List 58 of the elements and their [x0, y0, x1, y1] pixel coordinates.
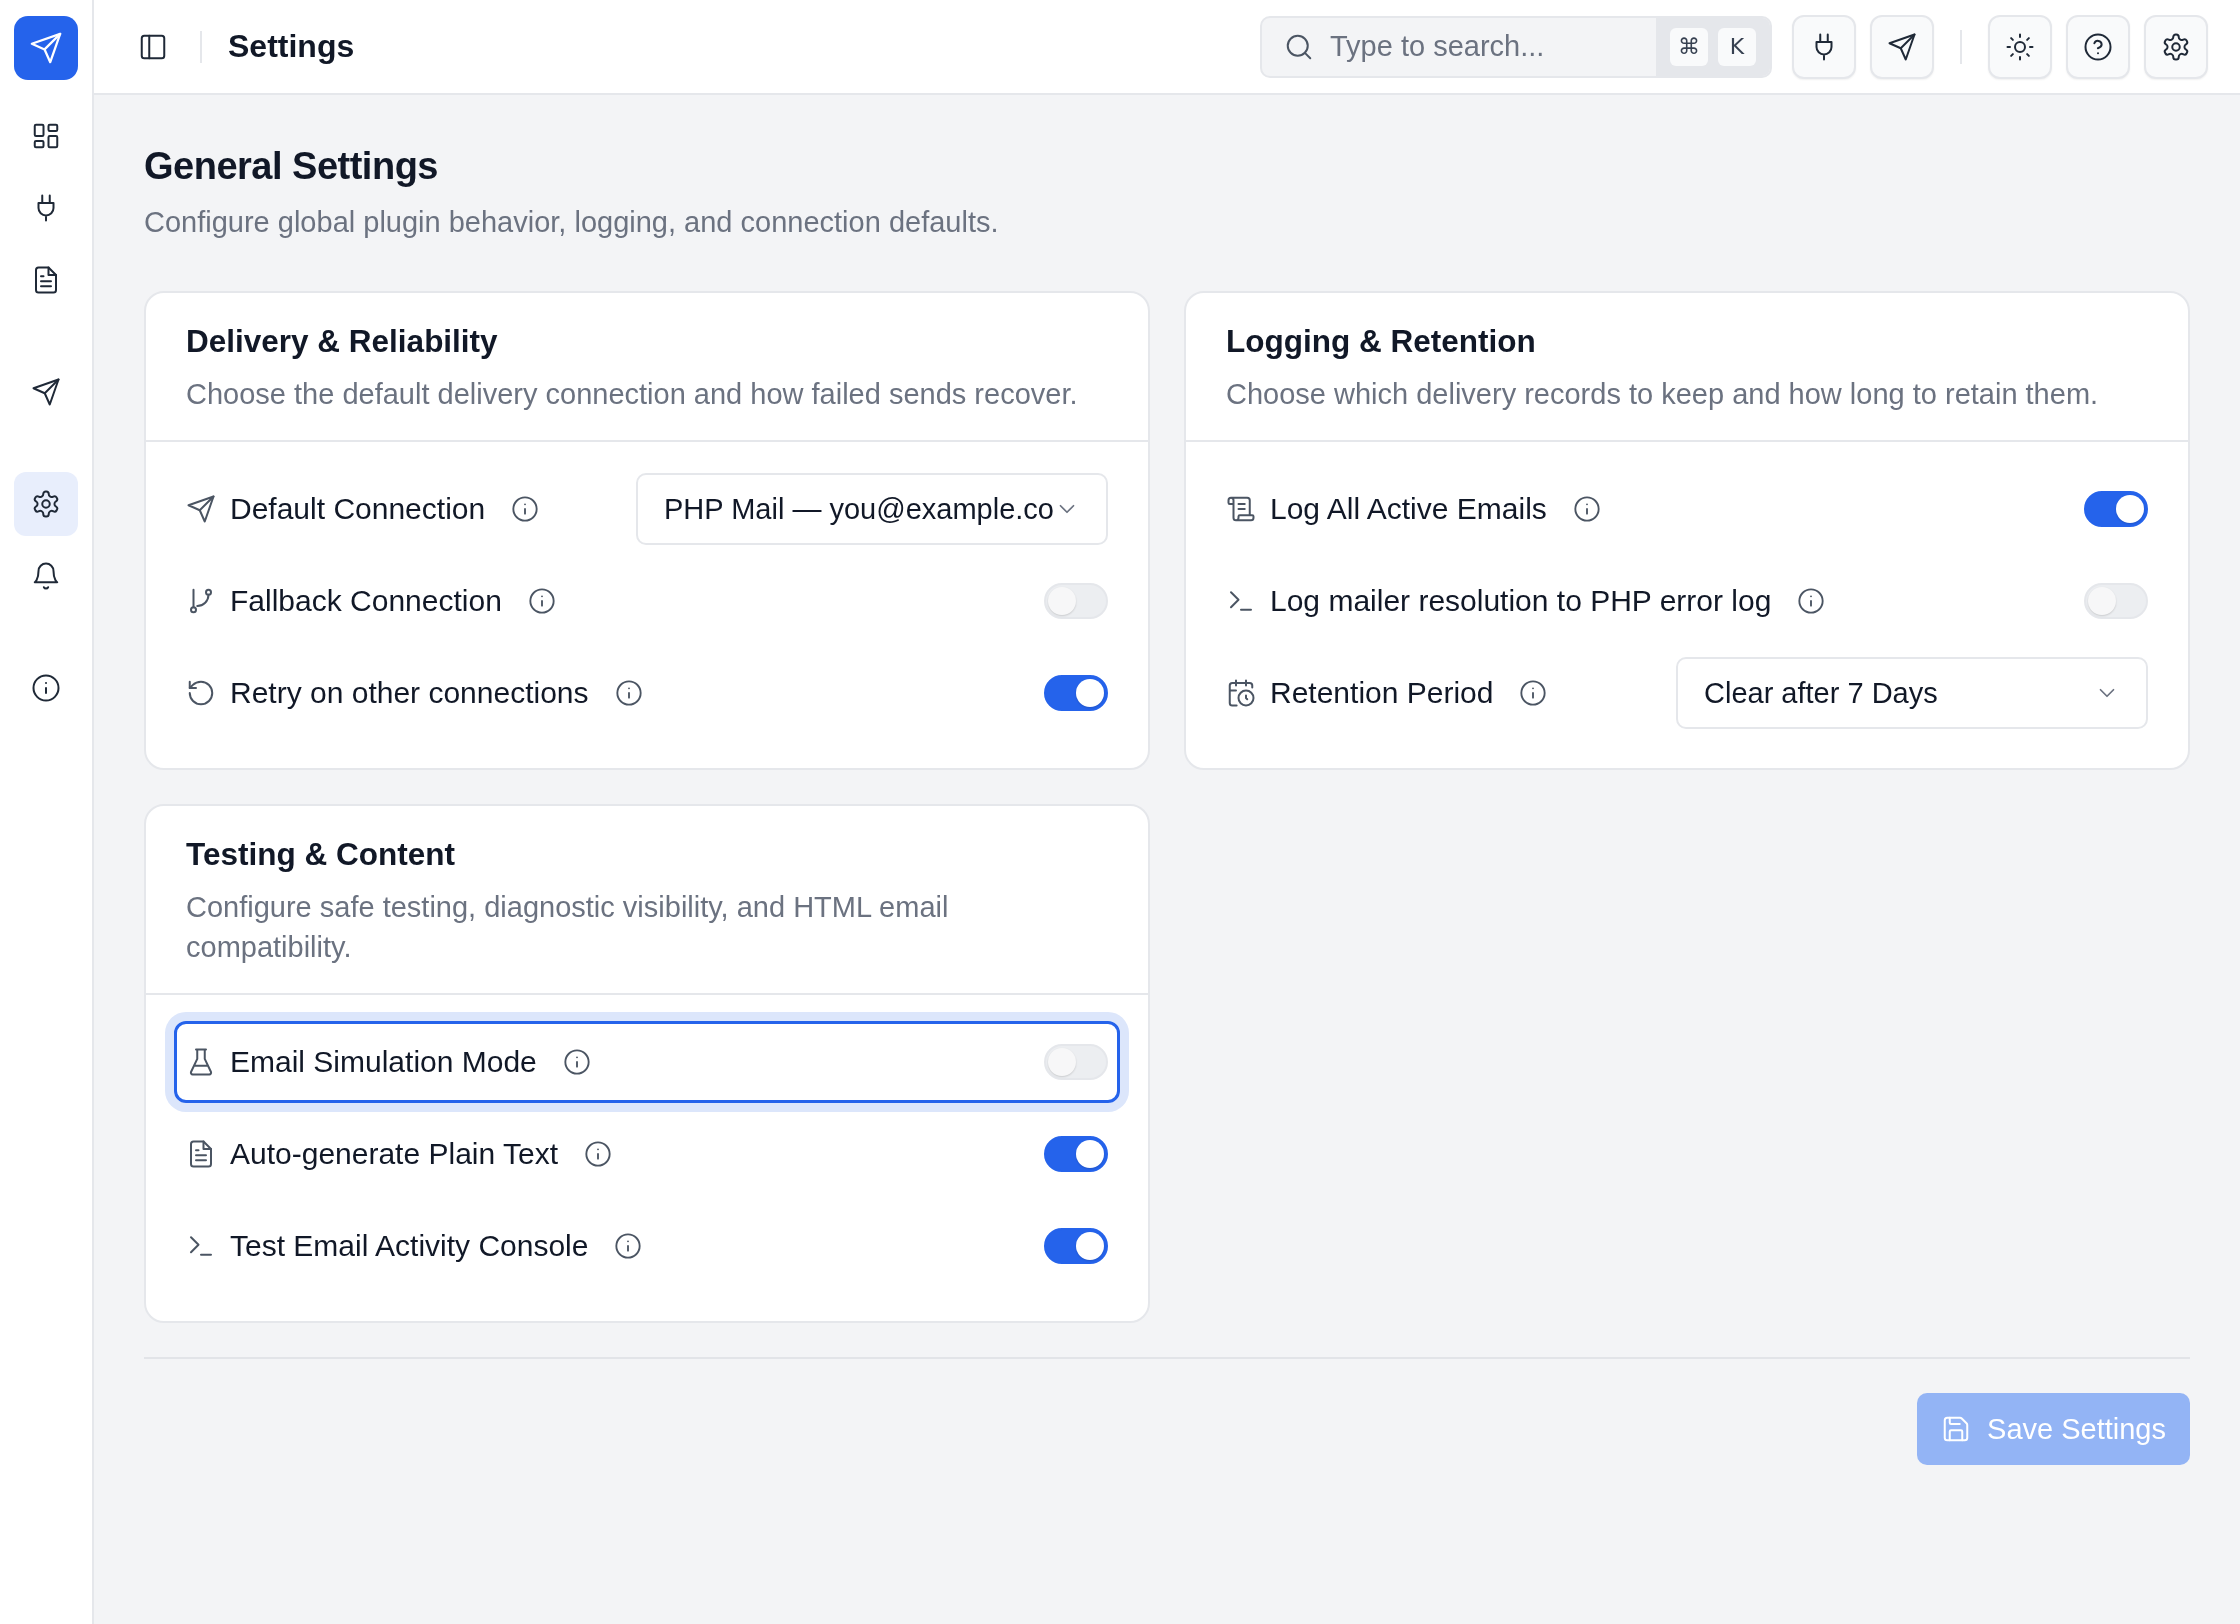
setting-label: Auto-generate Plain Text — [230, 1137, 558, 1171]
setting-label: Test Email Activity Console — [230, 1229, 589, 1263]
shortcut-key: ⌘ — [1670, 27, 1708, 66]
rotate-icon — [186, 678, 216, 708]
toggle-switch[interactable] — [1044, 1136, 1108, 1172]
info-icon — [584, 1140, 612, 1168]
card-title: Logging & Retention — [1226, 323, 1537, 360]
toggle-switch[interactable] — [2084, 491, 2148, 527]
select-dropdown[interactable]: PHP Mail — you@example.co — [636, 473, 1108, 545]
select-dropdown[interactable]: Clear after 7 Days — [1676, 657, 2148, 729]
sidebar-item[interactable] — [14, 472, 78, 536]
info-icon — [31, 673, 61, 703]
info-icon — [1572, 495, 1601, 523]
page-title: Settings — [228, 28, 355, 65]
toggle-switch[interactable] — [1044, 675, 1108, 711]
card-description: Configure safe testing, diagnostic visibility, and HTML email compatibility. — [186, 890, 950, 965]
setting-label: Email Simulation Mode — [230, 1045, 537, 1079]
send-icon — [186, 494, 216, 524]
send-icon — [1887, 31, 1917, 62]
card-title: Testing & Content — [186, 836, 456, 873]
settings-icon — [2161, 31, 2191, 62]
info-icon — [614, 679, 643, 707]
app-logo[interactable] — [14, 16, 78, 80]
help-button[interactable] — [2066, 14, 2130, 79]
send-icon — [29, 31, 63, 65]
help-icon — [2083, 31, 2113, 62]
shortcut-key: K — [1718, 27, 1756, 66]
settings-icon — [31, 489, 61, 519]
send-button[interactable] — [1870, 14, 1934, 79]
setting-label: Retry on other connections — [230, 676, 589, 710]
sun-icon — [2005, 31, 2035, 62]
send-icon — [31, 377, 61, 407]
bell-icon — [31, 561, 61, 591]
info-icon — [511, 495, 540, 523]
scroll-icon — [1226, 494, 1256, 524]
info-icon — [1519, 679, 1548, 707]
connections-button[interactable] — [1792, 14, 1856, 79]
theme-button[interactable] — [1988, 14, 2052, 79]
page-description: Configure global plugin behavior, logging, and connection defaults. — [144, 206, 1000, 239]
search-input[interactable]: Type to search... — [1328, 29, 1642, 64]
toggle-switch[interactable] — [1044, 1228, 1108, 1264]
search-field[interactable]: Type to search... ⌘ K — [1260, 15, 1772, 78]
setting-label: Log All Active Emails — [1270, 492, 1547, 526]
card-description: Choose which delivery records to keep and how long to retain them. — [1226, 377, 2100, 412]
setting-label: Retention Period — [1270, 676, 1494, 710]
calendar-clock-icon — [1226, 678, 1256, 708]
setting-label: Fallback Connection — [230, 584, 502, 618]
setting-label: Log mailer resolution to PHP error log — [1270, 584, 1772, 618]
card-description: Choose the default delivery connection and how failed sends recover. — [186, 377, 1079, 412]
info-icon — [614, 1232, 643, 1260]
page-heading: General Settings — [144, 145, 439, 188]
dashboard-icon — [31, 121, 61, 151]
info-icon — [1797, 587, 1826, 615]
settings-button[interactable] — [2144, 14, 2208, 79]
setting-label: Default Connection — [230, 492, 486, 526]
info-icon — [562, 1048, 591, 1076]
card-title: Delivery & Reliability — [186, 323, 499, 360]
info-icon — [527, 587, 556, 615]
